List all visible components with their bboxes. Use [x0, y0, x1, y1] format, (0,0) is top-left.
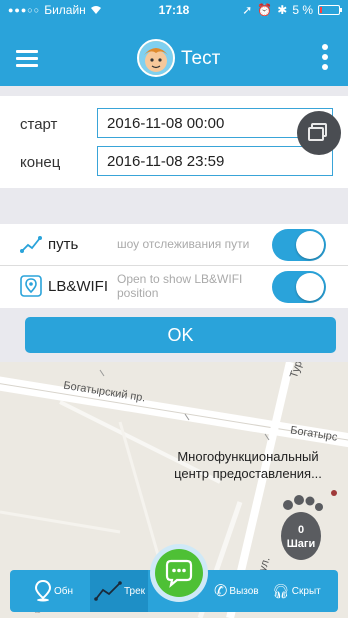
floating-window-button[interactable] [297, 111, 341, 155]
ok-button[interactable]: OK [25, 317, 336, 353]
chat-bubble-icon [165, 559, 193, 588]
phone-icon: ✆ [214, 583, 228, 600]
lbs-wifi-toggle[interactable] [272, 271, 326, 303]
poi-marker [331, 490, 337, 496]
options-card: путь шоу отслеживания пути LB&WIFI Open … [0, 224, 348, 308]
more-options-button[interactable] [322, 44, 328, 70]
location-arrow-icon: ➚ [242, 3, 253, 17]
start-label: старт [20, 116, 58, 133]
map-poi-label: Многофункциональный центр предоставления… [174, 449, 322, 481]
call-button[interactable]: ✆ Вызов [214, 570, 272, 612]
lbs-wifi-label: LB&WIFI [48, 278, 109, 295]
headphones-icon: 🎧︎ [272, 582, 290, 599]
track-button[interactable]: Трек [90, 570, 148, 612]
steps-label: Шаги [286, 538, 316, 550]
path-icon [20, 236, 42, 253]
path-toggle[interactable] [272, 229, 326, 261]
hide-label: Скрыт [291, 585, 321, 597]
path-option-row: путь шоу отслеживания пути [0, 224, 348, 266]
steps-count: 0 [297, 524, 305, 536]
bluetooth-icon: ✱ [277, 3, 288, 17]
chat-button[interactable] [150, 544, 208, 602]
avatar[interactable] [137, 39, 175, 77]
location-pin-icon [34, 580, 52, 602]
track-label: Трек [124, 585, 146, 597]
status-bar: ●●●○○ Билайн 17:18 ➚ ⏰ ✱ 5 % [0, 0, 348, 20]
top-bar: ●●●○○ Билайн 17:18 ➚ ⏰ ✱ 5 % Тест [0, 0, 348, 86]
alarm-icon: ⏰ [257, 3, 273, 17]
path-label: путь [48, 236, 79, 253]
lbs-wifi-option-row: LB&WIFI Open to show LB&WIFI position [0, 266, 348, 308]
call-label: Вызов [229, 585, 259, 597]
date-range-card: старт 2016-11-08 00:00 конец 2016-11-08 … [0, 96, 348, 188]
end-date-field[interactable]: 2016-11-08 23:59 [97, 146, 333, 176]
path-hint: шоу отслеживания пути [117, 237, 250, 251]
lbs-wifi-hint: Open to show LB&WIFI position [117, 272, 243, 300]
location-pin-icon [20, 275, 42, 297]
menu-button[interactable] [16, 50, 38, 67]
track-icon [94, 581, 122, 601]
battery-icon [318, 5, 342, 15]
page-title: Тест [181, 48, 221, 69]
battery-percent: 5 % [292, 3, 313, 17]
end-label: конец [20, 154, 61, 171]
hide-button[interactable]: 🎧︎ Скрыт [272, 570, 334, 612]
refresh-location-button[interactable]: Обн [34, 570, 88, 612]
refresh-label: Обн [54, 585, 74, 597]
steps-counter[interactable]: 0 Шаги [274, 492, 328, 562]
